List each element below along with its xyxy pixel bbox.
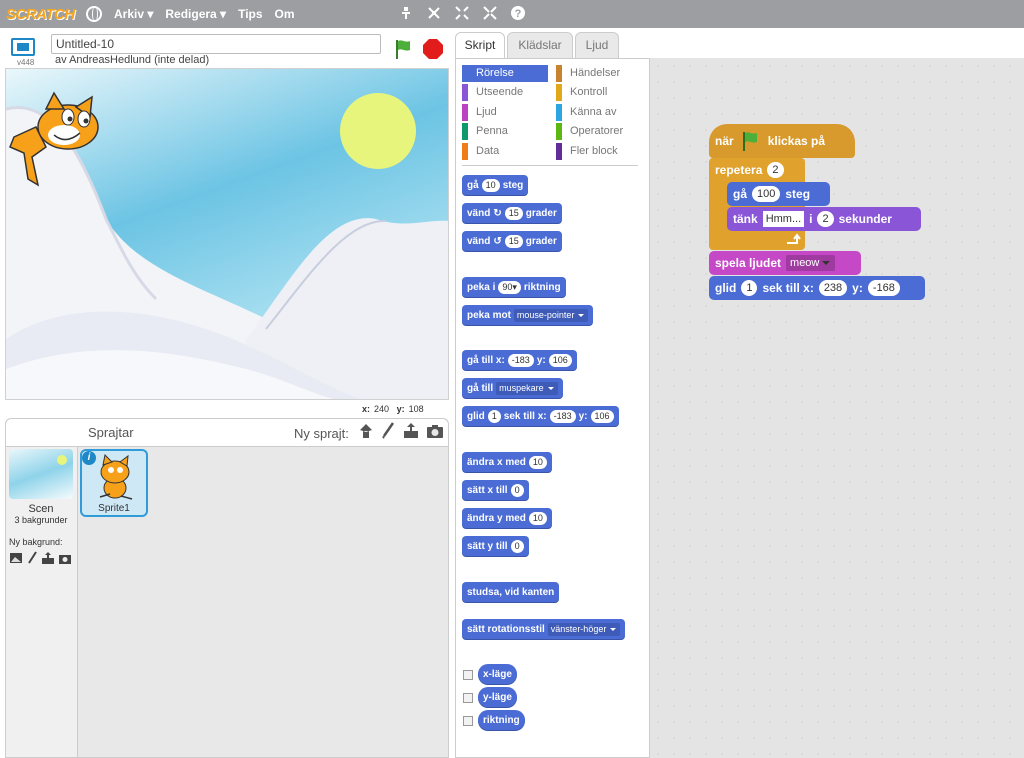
scene-backdrop-count: 3 bakgrunder [14,515,68,525]
upload-icon[interactable] [402,422,420,440]
camera-icon[interactable] [426,422,444,440]
scene-label: Scen [28,503,54,515]
category-ljud[interactable]: Ljud [462,104,548,121]
reporter-direction[interactable]: riktning [478,710,525,730]
shrink-icon[interactable] [482,5,498,21]
green-flag-icon [742,132,757,151]
block-turn-right[interactable]: vänd ↻ 15 grader [462,203,562,223]
new-sprite-label: Ny sprajt: [294,426,349,441]
think-block[interactable]: tänk Hmm... i 2 sekunder [727,207,921,231]
category-operatorer[interactable]: Operatorer [556,123,642,140]
move-steps-block[interactable]: gå 100 steg [727,182,830,206]
tab-ljud[interactable]: Ljud [575,32,619,58]
block-turn-left[interactable]: vänd ↺ 15 grader [462,231,562,251]
category-penna[interactable]: Penna [462,123,548,140]
block-goto-xy[interactable]: gå till x: -183 y: 106 [462,350,577,370]
category-fler-block[interactable]: Fler block [556,143,642,160]
reporter-y-position[interactable]: y-läge [478,687,517,707]
checkbox-x-position[interactable] [463,670,473,680]
category-rorelse[interactable]: Rörelse [462,65,548,82]
sprites-pane: Sprajtar Ny sprajt: Scen 3 bakgrunder Ny… [5,418,449,758]
block-palette: Rörelse Utseende Ljud Penna Data Händels… [455,58,650,758]
category-handelser[interactable]: Händelser [556,65,642,82]
loop-arrow-icon [787,233,801,244]
project-title-input[interactable] [51,34,381,54]
hat-block-when-flag-clicked[interactable]: när klickas på [709,124,855,158]
glide-block[interactable]: glid 1 sek till x: 238 y: -168 [709,276,925,300]
menu-tips[interactable]: Tips [238,7,262,21]
block-point-towards[interactable]: peka mot mouse-pointer [462,305,594,325]
block-change-y[interactable]: ändra y med 10 [462,508,552,528]
stage-header: v448 av AndreasHedlund (inte delad) [5,32,449,68]
menu-om[interactable]: Om [275,7,295,21]
cut-icon[interactable] [426,5,442,21]
backdrop-upload-icon[interactable] [41,551,55,565]
category-utseende[interactable]: Utseende [462,84,548,101]
backdrop-library-icon[interactable] [9,551,23,565]
mouse-coordinates: x: 240 y: 108 [362,404,424,414]
sprite-name: Sprite1 [98,503,130,514]
scratch-logo[interactable]: SCRATCH [6,3,75,25]
language-globe-icon[interactable] [86,6,102,22]
checkbox-y-position[interactable] [463,693,473,703]
svg-text:?: ? [515,8,522,20]
tab-kladslar[interactable]: Klädslar [507,32,573,58]
scripts-area[interactable]: när klickas på repetera 2 gå 100 steg tänk H… [649,58,1024,758]
editor-tabs: Skript Klädslar Ljud [455,32,1024,60]
block-move-steps[interactable]: gå 10 steg [462,175,529,195]
green-flag-icon[interactable] [393,38,415,60]
scene-column: Scen 3 bakgrunder Ny bakgrund: [6,447,78,757]
sprite-library-icon[interactable] [358,422,374,440]
palette-divider [462,165,638,166]
category-kanna-av[interactable]: Känna av [556,104,642,121]
paint-brush-icon[interactable] [380,422,396,440]
stop-icon[interactable] [423,39,443,59]
block-change-x[interactable]: ändra x med 10 [462,452,552,472]
play-sound-block[interactable]: spela ljudet meow [709,251,861,275]
toolbar: ? [398,5,526,21]
sprites-pane-header: Sprajtar Ny sprajt: [6,419,448,447]
duplicate-icon[interactable] [398,5,414,21]
sun [340,93,416,169]
help-icon[interactable]: ? [510,5,526,21]
block-set-x[interactable]: sätt x till 0 [462,480,529,500]
block-rotation-style[interactable]: sätt rotationsstil vänster-höger [462,619,626,639]
sprite-thumbnail [99,453,133,500]
turn-right-icon: ↻ [493,207,502,219]
block-set-y[interactable]: sätt y till 0 [462,536,529,556]
checkbox-direction[interactable] [463,716,473,726]
menu-arkiv[interactable]: Arkiv ▾ [114,7,153,21]
block-goto[interactable]: gå till muspekare [462,378,563,398]
new-backdrop-label: Ny bakgrund: [9,537,63,547]
reporter-x-position[interactable]: x-läge [478,664,517,684]
block-glide[interactable]: glid 1 sek till x: -183 y: 106 [462,406,619,426]
scene-thumbnail[interactable] [9,449,73,499]
stage[interactable] [5,68,449,400]
version-label: v448 [17,58,35,67]
block-bounce[interactable]: studsa, vid kanten [462,582,560,602]
backdrop-paint-icon[interactable] [26,551,38,565]
turn-left-icon: ↺ [493,235,502,247]
author-label: av AndreasHedlund (inte delad) [55,54,210,66]
fullscreen-icon[interactable] [11,38,35,56]
sprites-heading: Sprajtar [88,425,134,440]
cat-sprite[interactable] [6,87,106,187]
grow-icon[interactable] [454,5,470,21]
block-point-direction[interactable]: peka i 90▾ riktning [462,277,566,297]
sprite-card[interactable]: i Sprite1 [80,449,148,517]
repeat-block[interactable]: repetera 2 [709,158,805,182]
category-data[interactable]: Data [462,143,548,160]
tab-skript[interactable]: Skript [455,32,505,60]
category-kontroll[interactable]: Kontroll [556,84,642,101]
menu-redigera[interactable]: Redigera ▾ [165,7,226,21]
backdrop-camera-icon[interactable] [58,551,72,565]
menu-bar: SCRATCH Arkiv ▾ Redigera ▾ Tips Om ? [0,0,1024,28]
